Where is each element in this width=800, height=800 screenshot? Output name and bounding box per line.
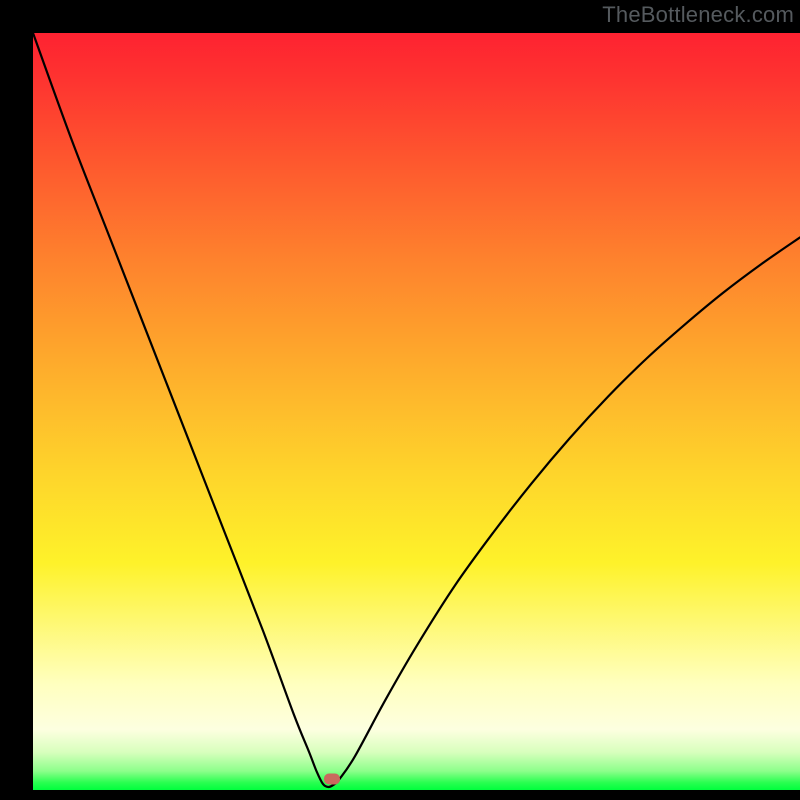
bottleneck-curve [33, 33, 800, 790]
plot-area [33, 33, 800, 790]
optimal-point-marker [324, 774, 340, 785]
watermark-text: TheBottleneck.com [602, 2, 794, 28]
